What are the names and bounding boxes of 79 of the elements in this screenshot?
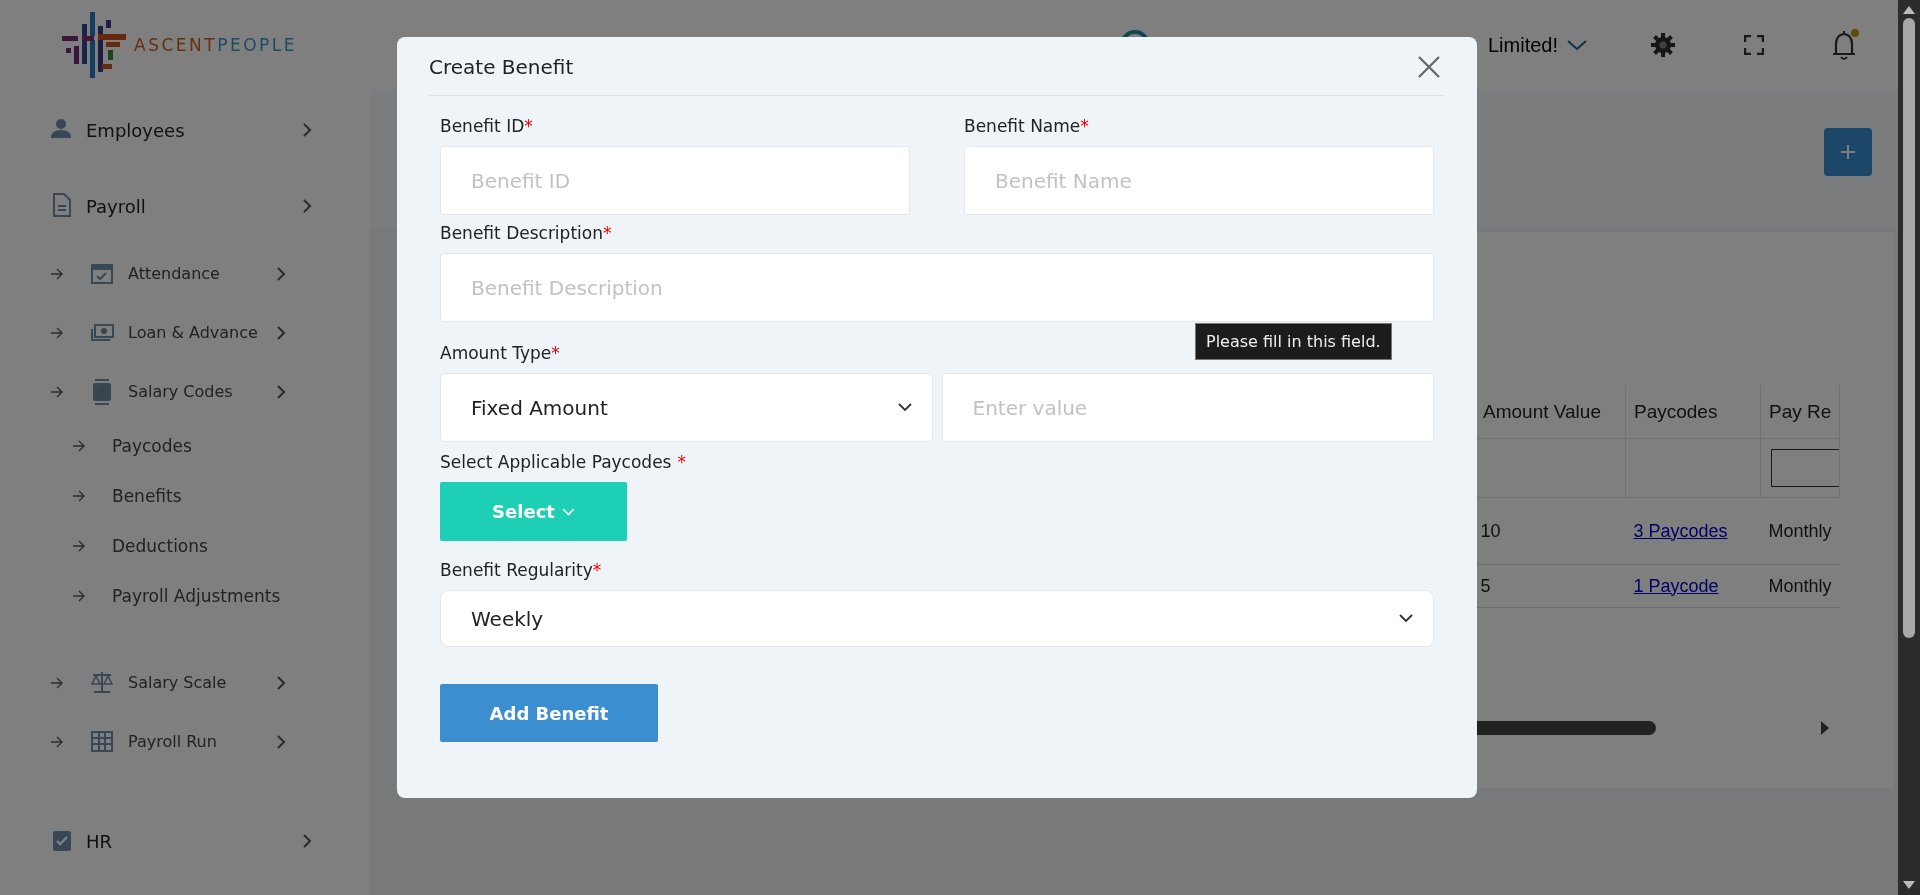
required-mark: * (592, 559, 602, 580)
validation-tooltip: Please fill in this field. (1195, 323, 1392, 360)
sidebar-item[interactable]: Payroll Adjustments (0, 571, 370, 621)
bell-icon[interactable] (1830, 28, 1861, 62)
required-mark: * (602, 222, 612, 243)
sidebar-item[interactable]: Payroll Run (0, 712, 370, 771)
arrow-right-icon (50, 676, 64, 689)
arrow-right-icon (50, 385, 64, 398)
sidebar-item[interactable]: Benefits (0, 471, 370, 521)
logo-mark-icon (62, 12, 128, 78)
sidebar-item[interactable]: Employees (0, 92, 370, 168)
input-field[interactable]: Benefit Description (440, 253, 1434, 322)
chevron-down-icon (1399, 614, 1413, 623)
field-label: Amount Type (440, 342, 552, 363)
nav-icon (90, 669, 114, 696)
required-mark: * (551, 342, 560, 363)
sidebar-item[interactable]: Deductions (0, 521, 370, 571)
dialog-title: Create Benefit (429, 54, 574, 79)
sidebar-item[interactable]: Salary Codes (0, 362, 370, 421)
sidebar-item[interactable]: Paycodes (0, 421, 370, 471)
add-benefit-button[interactable]: Add Benefit (440, 684, 658, 742)
field-label: Benefit Regularity (440, 559, 593, 580)
chevron-right-icon (276, 324, 286, 341)
select-field[interactable]: Fixed Amount (440, 373, 933, 442)
required-mark: * (524, 115, 533, 136)
input-field[interactable]: Enter value (941, 373, 1434, 442)
nav-icon (90, 378, 114, 405)
sidebar-item[interactable]: Payroll (0, 168, 370, 244)
chevron-right-icon (276, 265, 286, 282)
arrow-right-icon (50, 735, 64, 748)
column-header[interactable]: Paycodes (1625, 385, 1761, 439)
add-button[interactable] (1824, 128, 1873, 176)
scrollbar[interactable] (1898, 0, 1920, 895)
logo-text: PEOPLE (217, 35, 297, 55)
table-cell: 5 (1480, 575, 1491, 596)
arrow-right-icon (50, 267, 64, 280)
table-cell: 10 (1480, 520, 1501, 541)
scroll-right-icon[interactable] (1820, 720, 1831, 736)
sidebar-item[interactable]: HR (0, 803, 370, 879)
column-header[interactable]: Pay Re (1760, 385, 1840, 439)
sidebar-item[interactable]: Salary Scale (0, 653, 370, 712)
field-label: Benefit Name (964, 115, 1081, 136)
input-field[interactable]: Benefit Name (964, 146, 1434, 215)
sidebar-item[interactable]: Loan & Advance (0, 303, 370, 362)
chevron-down-icon (897, 403, 912, 412)
chevron-right-icon (276, 733, 286, 750)
arrow-right-icon (72, 490, 86, 502)
select-field[interactable]: Weekly (440, 590, 1434, 647)
logo-text: ASCENT (134, 35, 218, 55)
arrow-right-icon (72, 440, 86, 452)
chevron-right-icon (302, 833, 312, 849)
paycodes-link[interactable]: 3 Paycodes (1633, 520, 1728, 541)
nav-icon (90, 728, 114, 755)
chevron-right-icon (276, 674, 286, 691)
fullscreen-icon[interactable] (1744, 35, 1765, 55)
table-cell: Monthly (1768, 520, 1832, 541)
arrow-right-icon (72, 540, 86, 552)
input-field[interactable]: Benefit ID (440, 146, 910, 215)
chevron-down-icon[interactable] (1566, 38, 1589, 52)
nav-icon (50, 193, 74, 219)
arrow-right-icon (72, 590, 86, 602)
nav-icon (50, 828, 74, 854)
chevron-right-icon (276, 383, 286, 400)
greeting-text: Limited! (1488, 33, 1559, 57)
arrow-right-icon (50, 326, 64, 339)
table-cell: Monthly (1768, 575, 1832, 596)
chevron-right-icon (302, 198, 312, 214)
field-label: Select Applicable Paycodes (440, 451, 672, 472)
field-label: Benefit ID (440, 115, 525, 136)
filter-field[interactable] (1771, 449, 1840, 487)
chevron-right-icon (302, 122, 312, 138)
paycodes-link[interactable]: 1 Paycode (1633, 575, 1719, 596)
field-label: Benefit Description (440, 222, 603, 243)
required-mark: * (677, 451, 686, 472)
settings-icon[interactable] (1650, 32, 1677, 58)
required-mark: * (1080, 115, 1089, 136)
sidebar-item[interactable]: Attendance (0, 244, 370, 303)
chevron-down-icon (561, 507, 575, 516)
close-icon[interactable] (1417, 54, 1441, 79)
